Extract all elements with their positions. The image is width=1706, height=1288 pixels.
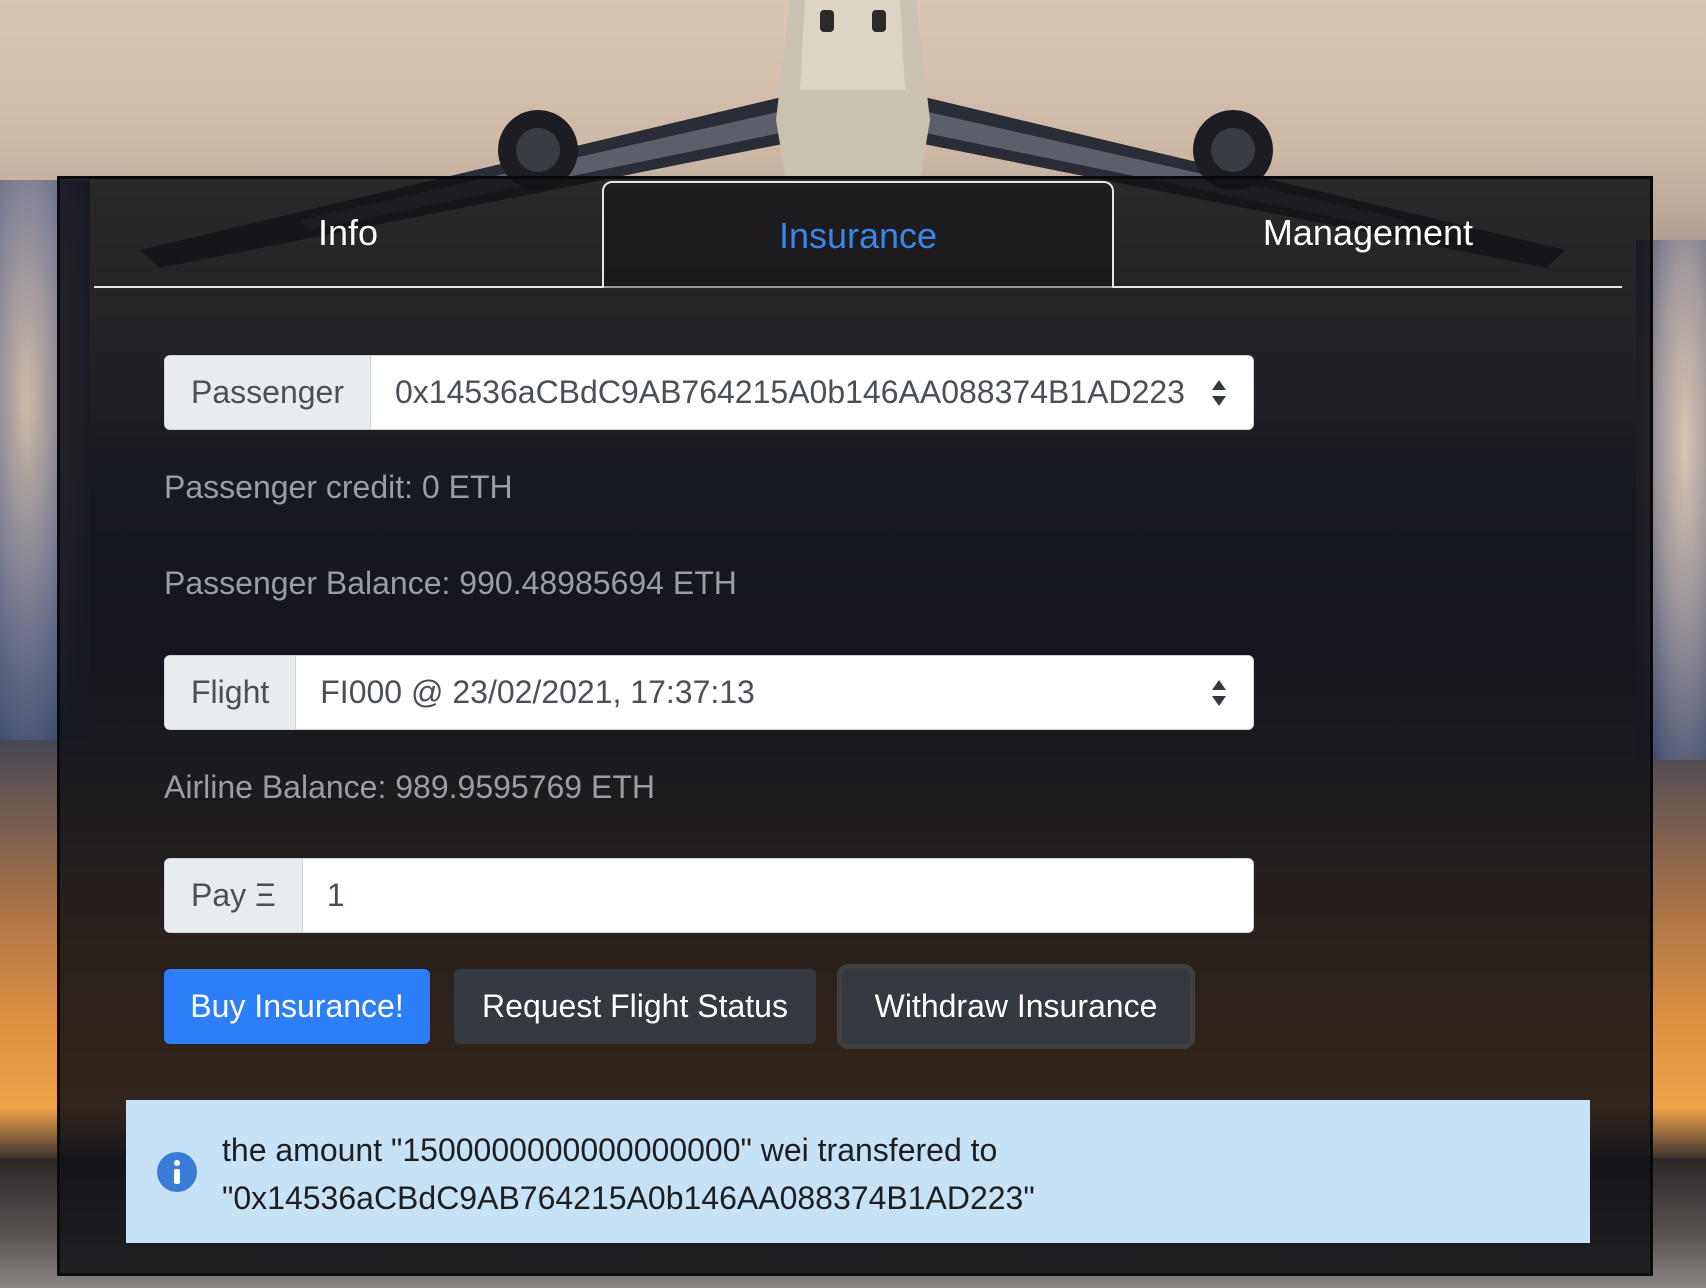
info-circle-icon	[157, 1151, 197, 1192]
tab-bar: Info Insurance Management	[94, 179, 1622, 288]
alert-message: the amount "1500000000000000000" wei tra…	[222, 1126, 1035, 1222]
passenger-credit: Passenger credit: 0 ETH	[164, 469, 513, 505]
flight-select-value: FI000 @ 23/02/2021, 17:37:13	[320, 674, 755, 710]
airline-balance: Airline Balance: 989.9595769 ETH	[164, 769, 655, 805]
info-alert: the amount "1500000000000000000" wei tra…	[126, 1100, 1590, 1243]
tab-insurance[interactable]: Insurance	[602, 181, 1114, 288]
select-arrows-icon	[1212, 679, 1226, 706]
alert-message-line-2: "0x14536aCBdC9AB764215A0b146AA088374B1AD…	[222, 1180, 1035, 1216]
tab-info[interactable]: Info	[94, 179, 602, 286]
buy-insurance-button[interactable]: Buy Insurance!	[164, 969, 430, 1044]
flight-label: Flight	[165, 656, 297, 729]
pay-input[interactable]: 1	[303, 859, 1253, 932]
pay-input-value: 1	[326, 877, 345, 913]
passenger-label: Passenger	[165, 356, 371, 429]
passenger-select-value: 0x14536aCBdC9AB764215A0b146AA088374B1AD2…	[394, 374, 1185, 410]
alert-message-line-1: the amount "1500000000000000000" wei tra…	[222, 1132, 998, 1168]
pay-label: Pay Ξ	[165, 859, 303, 932]
main-panel: Info Insurance Management Passenger 0x14…	[57, 176, 1653, 1276]
passenger-balance: Passenger Balance: 990.48985694 ETH	[164, 565, 737, 601]
flight-select[interactable]: FI000 @ 23/02/2021, 17:37:13	[296, 656, 1253, 729]
passenger-select[interactable]: 0x14536aCBdC9AB764215A0b146AA088374B1AD2…	[371, 356, 1253, 429]
tab-management[interactable]: Management	[1114, 179, 1622, 286]
pay-input-group: Pay Ξ 1	[164, 858, 1254, 933]
request-flight-status-button[interactable]: Request Flight Status	[454, 969, 816, 1044]
select-arrows-icon	[1212, 379, 1226, 406]
passenger-select-group: Passenger 0x14536aCBdC9AB764215A0b146AA0…	[164, 355, 1254, 430]
flight-select-group: Flight FI000 @ 23/02/2021, 17:37:13	[164, 655, 1254, 730]
withdraw-insurance-button[interactable]: Withdraw Insurance	[842, 969, 1190, 1044]
